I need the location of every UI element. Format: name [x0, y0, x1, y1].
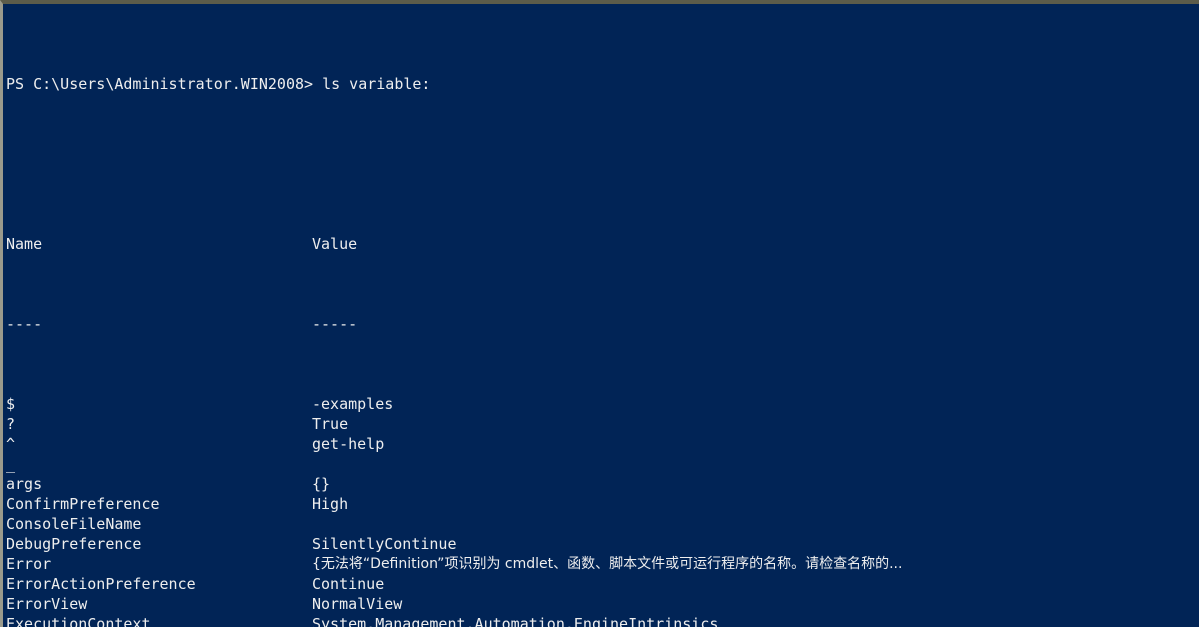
variable-name-cell: Error: [6, 555, 52, 573]
table-row: args {}: [6, 474, 1199, 494]
powershell-console-window[interactable]: PS C:\Users\Administrator.WIN2008> ls va…: [0, 0, 1199, 627]
prompt-line: PS C:\Users\Administrator.WIN2008> ls va…: [6, 74, 1199, 94]
variable-name-cell: ErrorView: [6, 595, 88, 613]
table-separator-row: ---- -----: [6, 314, 1199, 334]
variable-value-cell: SilentlyContinue: [312, 535, 457, 553]
variable-name-cell: args: [6, 475, 43, 493]
table-row: ^ get-help: [6, 434, 1199, 454]
variable-value-cell: NormalView: [312, 595, 403, 613]
variable-name-cell: _: [6, 455, 16, 473]
table-row: DebugPreference SilentlyContinue: [6, 534, 1199, 554]
variable-name-cell: ConsoleFileName: [6, 515, 142, 533]
variable-value-cell: {}: [312, 475, 331, 493]
table-row: ErrorView NormalView: [6, 594, 1199, 614]
variable-name-cell: ?: [6, 415, 16, 433]
variable-name-cell: ^: [6, 435, 16, 453]
variable-name-cell: DebugPreference: [6, 535, 142, 553]
table-row: ErrorActionPreference Continue: [6, 574, 1199, 594]
column-separator-value: -----: [312, 315, 358, 333]
variable-name-cell: $: [6, 395, 16, 413]
table-row: $ -examples: [6, 394, 1199, 414]
table-row: _: [6, 454, 1199, 474]
column-separator-name: ----: [6, 315, 43, 333]
variable-value-cell: -examples: [312, 395, 394, 413]
console-output-buffer[interactable]: PS C:\Users\Administrator.WIN2008> ls va…: [3, 4, 1199, 627]
variable-name-cell: ConfirmPreference: [6, 495, 160, 513]
variable-value-cell: {无法将“Definition”项识别为 cmdlet、函数、脚本文件或可运行程…: [312, 556, 903, 572]
table-row: ? True: [6, 414, 1199, 434]
prompt-text: PS C:\Users\Administrator.WIN2008> ls va…: [6, 75, 431, 93]
table-row: ConfirmPreference High: [6, 494, 1199, 514]
table-row: ExecutionContext System.Management.Automa…: [6, 614, 1199, 627]
variable-value-cell: True: [312, 415, 349, 433]
variable-name-cell: ExecutionContext: [6, 615, 151, 627]
column-header-value: Value: [312, 235, 358, 253]
table-header-row: Name Value: [6, 234, 1199, 254]
variable-value-cell: System.Management.Automation.EngineIntri…: [312, 615, 719, 627]
table-row: Error {无法将“Definition”项识别为 cmdlet、函数、脚本文件…: [6, 554, 1199, 574]
variable-value-cell: get-help: [312, 435, 385, 453]
variable-value-cell: Continue: [312, 575, 385, 593]
table-row: ConsoleFileName: [6, 514, 1199, 534]
variable-name-cell: ErrorActionPreference: [6, 575, 196, 593]
variable-value-cell: High: [312, 495, 349, 513]
variable-table: $ -examples? True ^ get-help _ args{} ConfirmPr…: [6, 394, 1199, 627]
column-header-name: Name: [6, 235, 43, 253]
